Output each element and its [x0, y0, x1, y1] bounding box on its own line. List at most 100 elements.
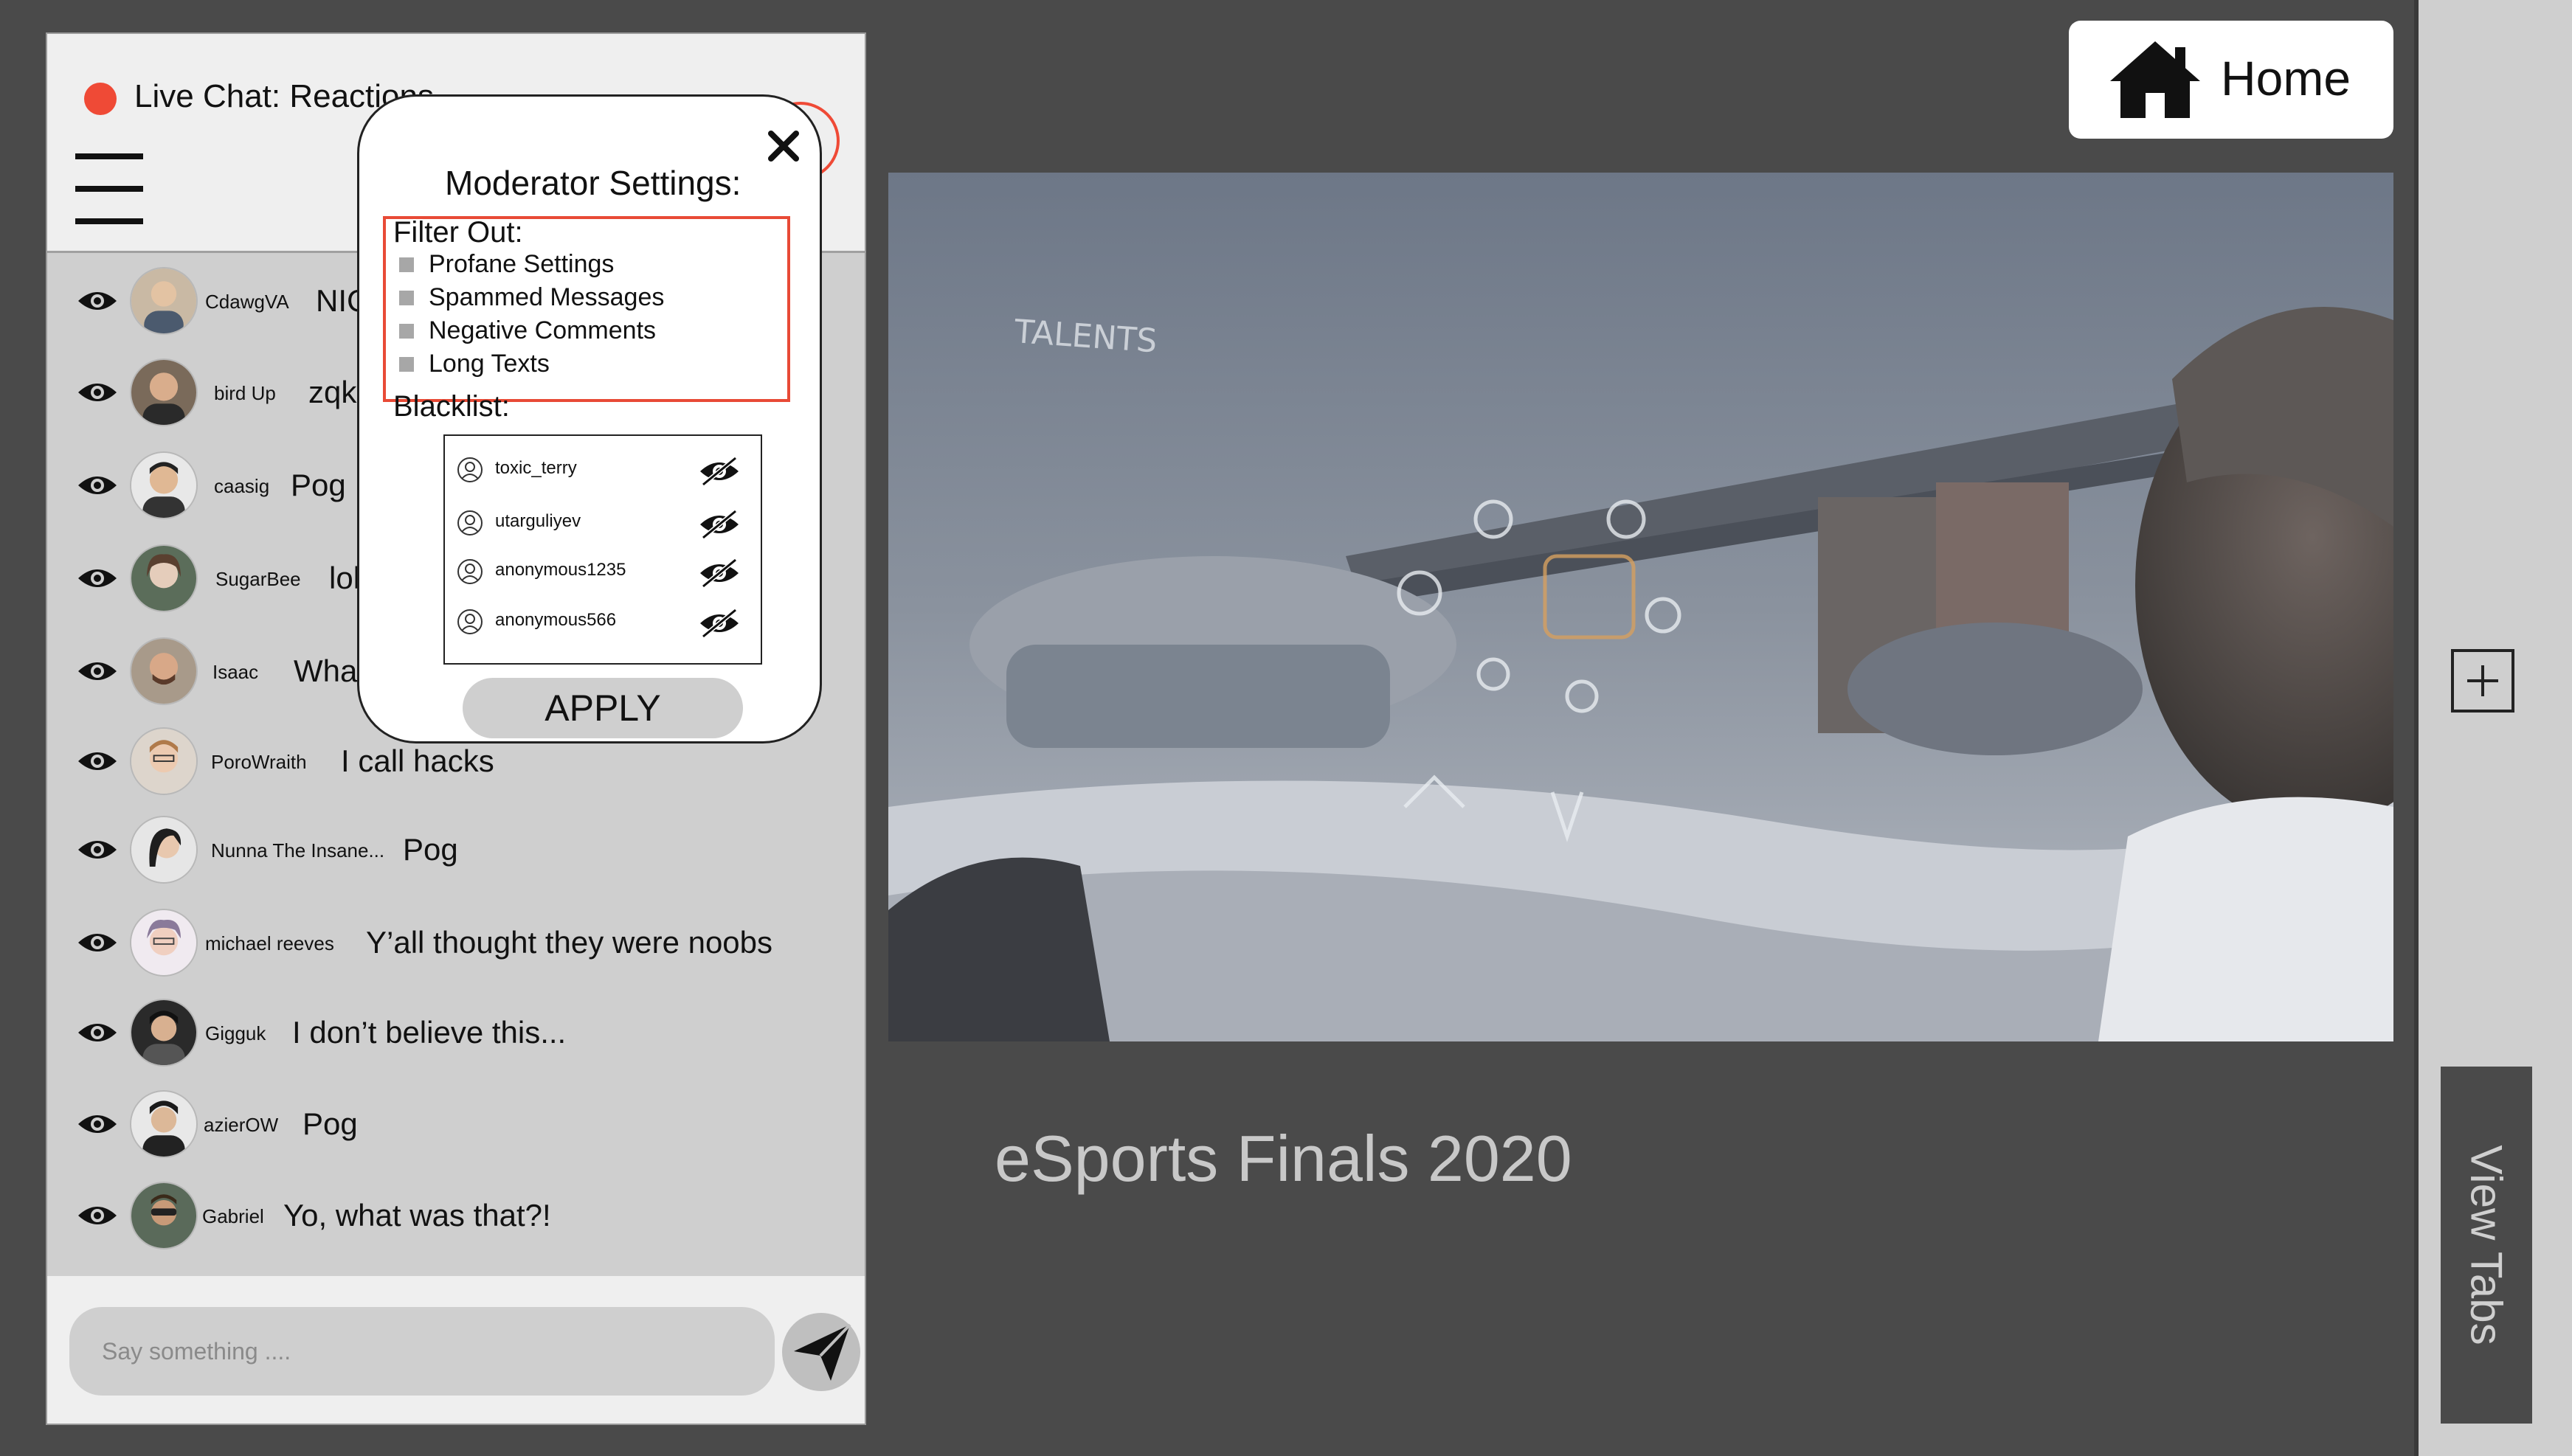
user-icon [457, 609, 483, 634]
chat-username: michael reeves [205, 932, 334, 954]
chat-message-row: michael reeves Y’all thought they were n… [47, 900, 865, 988]
eye-icon[interactable] [77, 565, 118, 592]
send-button[interactable] [782, 1313, 860, 1391]
chat-username: Gigguk [205, 1022, 266, 1044]
eye-icon[interactable] [77, 748, 118, 774]
blacklist-username: anonymous566 [495, 610, 617, 630]
filter-checkbox[interactable] [399, 257, 414, 272]
chat-input[interactable] [69, 1307, 775, 1396]
chat-username: PoroWraith [211, 751, 307, 773]
filter-checkbox[interactable] [399, 324, 414, 339]
chat-message-row: Gigguk I don’t believe this... [47, 990, 865, 1078]
chat-username: bird Up [214, 382, 276, 404]
blacklist-item: anonymous1235 [445, 548, 761, 595]
filter-option-spam[interactable]: Spammed Messages [399, 283, 665, 312]
filter-checkbox[interactable] [399, 357, 414, 372]
chat-input-bar [47, 1276, 865, 1424]
eye-icon[interactable] [77, 1019, 118, 1046]
chat-username: Gabriel [202, 1205, 264, 1227]
hide-icon[interactable] [697, 455, 741, 488]
avatar [130, 909, 198, 977]
filter-option-negative[interactable]: Negative Comments [399, 316, 657, 345]
hide-icon[interactable] [697, 557, 741, 589]
chat-message-text: Pog [291, 468, 346, 502]
moderator-settings-modal: Moderator Settings: Filter Out: Profane … [357, 94, 822, 743]
chat-message-text: I don’t believe this... [292, 1015, 567, 1050]
home-label: Home [2221, 51, 2351, 105]
chat-username: SugarBee [215, 568, 301, 590]
eye-icon[interactable] [77, 379, 118, 406]
hide-icon[interactable] [697, 607, 741, 639]
eye-icon[interactable] [77, 1202, 118, 1229]
chat-message-text: Y’all thought they were noobs [366, 925, 773, 960]
apply-button[interactable]: APPLY [463, 678, 743, 738]
chat-message-text: Yo, what was that?! [283, 1198, 551, 1233]
filter-option-label: Negative Comments [429, 316, 657, 344]
avatar [130, 1090, 198, 1158]
view-tabs-button[interactable]: View Tabs [2441, 1067, 2532, 1424]
filter-option-profane[interactable]: Profane Settings [399, 250, 615, 279]
chat-message-text: zqk [308, 375, 357, 409]
chat-message-text: What [294, 654, 367, 688]
filter-option-long-texts[interactable]: Long Texts [399, 350, 550, 378]
avatar [130, 999, 198, 1067]
home-icon [2110, 41, 2200, 118]
filter-label: Filter Out: [393, 216, 523, 249]
blacklist-item: anonymous566 [445, 598, 761, 645]
chat-message-row: Gabriel Yo, what was that?! [47, 1173, 865, 1261]
filter-option-label: Long Texts [429, 350, 550, 378]
avatar [130, 727, 198, 795]
chat-message-text: lol [329, 561, 361, 595]
eye-icon[interactable] [77, 658, 118, 684]
home-button[interactable]: Home [2069, 21, 2393, 139]
blacklist-username: utarguliyev [495, 511, 581, 531]
close-icon[interactable] [764, 126, 803, 166]
menu-icon[interactable] [75, 152, 143, 226]
filter-option-label: Profane Settings [429, 250, 615, 278]
chat-username: Isaac [212, 661, 259, 683]
filter-checkbox[interactable] [399, 291, 414, 305]
eye-icon[interactable] [77, 1111, 118, 1137]
blacklist-label: Blacklist: [393, 390, 510, 423]
chat-username: caasig [214, 475, 270, 497]
eye-icon[interactable] [77, 929, 118, 956]
avatar [130, 267, 198, 335]
add-tab-button[interactable] [2451, 649, 2514, 713]
hide-icon[interactable] [697, 508, 741, 541]
user-icon [457, 510, 483, 535]
view-tabs-label: View Tabs [2461, 1145, 2511, 1345]
chat-message-text: I call hacks [341, 743, 494, 778]
blacklist-item: utarguliyev [445, 499, 761, 547]
chat-message-row: Nunna The Insane... Pog [47, 807, 865, 895]
stream-title: eSports Finals 2020 [995, 1122, 1572, 1195]
chat-username: azierOW [204, 1114, 279, 1136]
user-icon [457, 559, 483, 584]
avatar [130, 637, 198, 705]
filter-option-label: Spammed Messages [429, 283, 665, 311]
avatar [130, 358, 198, 426]
live-indicator-icon [84, 83, 117, 115]
chat-message-text: Pog [303, 1106, 358, 1141]
chat-username: Nunna The Insane... [211, 839, 385, 862]
eye-icon[interactable] [77, 836, 118, 863]
avatar [130, 544, 198, 612]
rail-divider [2414, 0, 2419, 1456]
avatar [130, 1182, 198, 1249]
chat-username: CdawgVA [205, 291, 289, 313]
chat-message-row: azierOW Pog [47, 1081, 865, 1170]
avatar [130, 451, 198, 519]
blacklist-username: anonymous1235 [495, 560, 626, 580]
modal-title: Moderator Settings: [445, 164, 741, 202]
blacklist-username: toxic_terry [495, 458, 577, 478]
user-icon [457, 457, 483, 482]
chat-message-text: Pog [403, 832, 458, 867]
blacklist-item: toxic_terry [445, 446, 761, 493]
eye-icon[interactable] [77, 472, 118, 499]
video-player[interactable]: TALENTS [888, 173, 2393, 1041]
send-icon [794, 1323, 851, 1381]
video-frame-image: TALENTS [888, 173, 2393, 1041]
blacklist-list: toxic_terry utarguliyev anonymous1235 an… [443, 434, 762, 665]
plus-icon [2467, 665, 2498, 696]
eye-icon[interactable] [77, 288, 118, 314]
avatar [130, 816, 198, 884]
